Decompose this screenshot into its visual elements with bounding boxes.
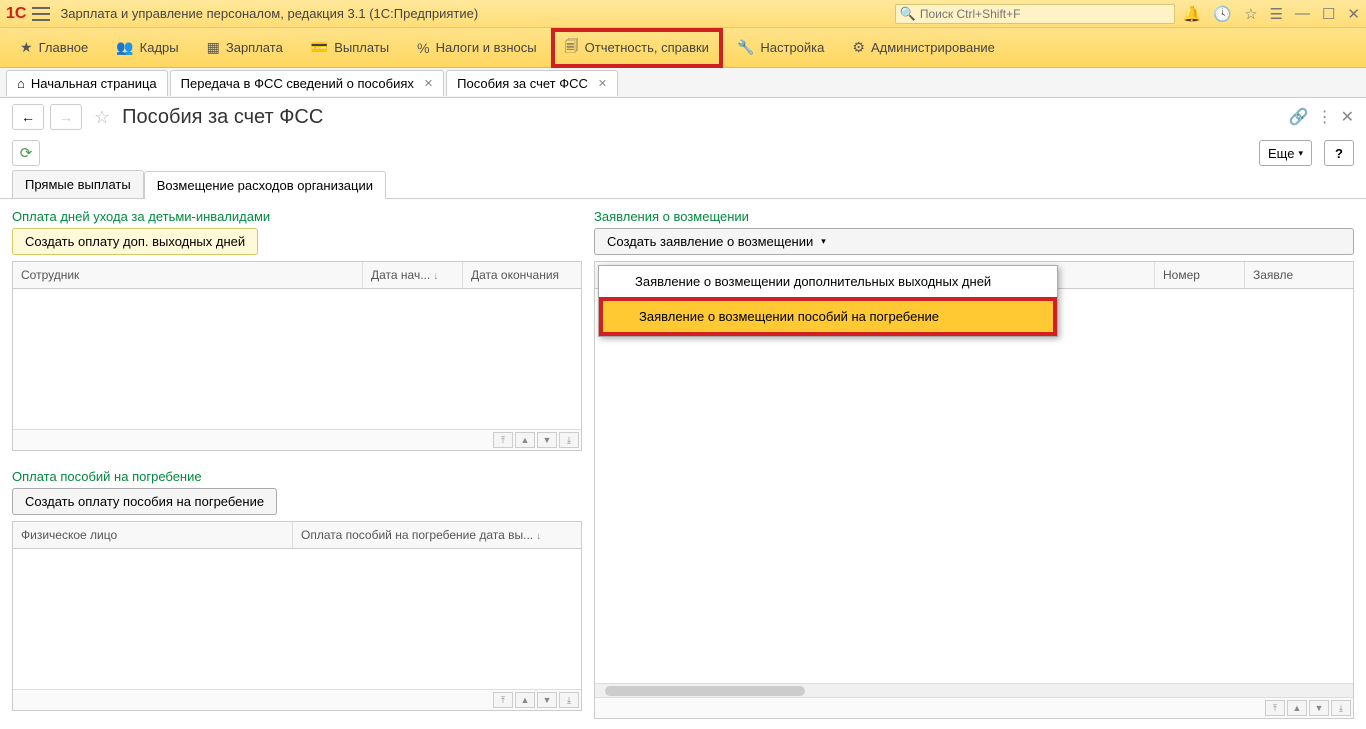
menu-icon: 👥 — [116, 39, 133, 56]
inner-tab[interactable]: Возмещение расходов организации — [144, 171, 386, 199]
maximize-icon[interactable]: ☐ — [1322, 5, 1335, 23]
grid2-body[interactable] — [13, 549, 581, 689]
page-down-icon[interactable]: ▼ — [537, 432, 557, 448]
menu-icon: 💳 — [311, 39, 328, 56]
menu-item-налоги-и-взносы[interactable]: %Налоги и взносы — [403, 28, 551, 68]
tab[interactable]: Пособия за счет ФСС✕ — [446, 70, 618, 96]
hamburger-icon[interactable] — [32, 7, 50, 21]
create-extra-days-button[interactable]: Создать оплату доп. выходных дней — [12, 228, 258, 255]
dropdown-item[interactable]: Заявление о возмещении дополнительных вы… — [599, 266, 1057, 297]
menu-item-зарплата[interactable]: ▦Зарплата — [193, 28, 297, 68]
tab[interactable]: ⌂Начальная страница — [6, 70, 168, 96]
bell-icon[interactable]: 🔔 — [1183, 5, 1202, 23]
page-up-icon[interactable]: ▲ — [1287, 700, 1307, 716]
app-title: Зарплата и управление персоналом, редакц… — [60, 6, 894, 21]
star-icon[interactable]: ☆ — [1244, 5, 1257, 23]
menu-item-выплаты[interactable]: 💳Выплаты — [297, 28, 403, 68]
favorite-icon[interactable]: ☆ — [94, 107, 110, 128]
page-last-icon[interactable]: ⤓ — [1331, 700, 1351, 716]
back-button[interactable]: ← — [12, 104, 44, 130]
close-icon[interactable]: ✕ — [424, 77, 433, 90]
minimize-icon[interactable]: — — [1295, 5, 1310, 22]
history-icon[interactable]: 🕓 — [1213, 5, 1232, 23]
forward-button[interactable]: → — [50, 104, 82, 130]
close-window-icon[interactable]: ✕ — [1347, 5, 1360, 23]
menu-icon: ★ — [20, 39, 33, 56]
menu-icon: % — [417, 40, 429, 56]
page-first-icon[interactable]: ⤒ — [1265, 700, 1285, 716]
close-tab-icon[interactable]: ✕ — [1341, 107, 1354, 127]
create-request-dropdown: Заявление о возмещении дополнительных вы… — [598, 265, 1058, 337]
search-icon: 🔍 — [900, 6, 916, 22]
page-first-icon[interactable]: ⤒ — [493, 692, 513, 708]
page-last-icon[interactable]: ⤓ — [559, 692, 579, 708]
menu-item-администрирование[interactable]: ⚙Администрирование — [838, 28, 1009, 68]
page-title: Пособия за счет ФСС — [122, 106, 323, 129]
column-header[interactable]: Номер — [1155, 262, 1245, 288]
page-up-icon[interactable]: ▲ — [515, 432, 535, 448]
horizontal-scrollbar[interactable] — [595, 683, 1353, 697]
column-header[interactable]: Физическое лицо — [13, 522, 293, 548]
filter-icon[interactable]: ☰ — [1270, 5, 1283, 23]
page-last-icon[interactable]: ⤓ — [559, 432, 579, 448]
kebab-icon[interactable]: ⋮ — [1317, 107, 1333, 127]
section1-title: Оплата дней ухода за детьми-инвалидами — [12, 209, 582, 224]
column-header[interactable]: Дата окончания — [463, 262, 580, 288]
page-down-icon[interactable]: ▼ — [537, 692, 557, 708]
menu-item-главное[interactable]: ★Главное — [6, 28, 102, 68]
more-button[interactable]: Еще▾ — [1259, 140, 1312, 166]
page-first-icon[interactable]: ⤒ — [493, 432, 513, 448]
tab[interactable]: Передача в ФСС сведений о пособиях✕ — [170, 70, 444, 96]
sort-icon: ↓ — [433, 271, 438, 282]
home-icon: ⌂ — [17, 76, 25, 91]
menu-icon: ⚙ — [852, 39, 865, 56]
sort-icon: ↓ — [536, 531, 541, 542]
menu-item-настройка[interactable]: 🔧Настройка — [723, 28, 838, 68]
page-down-icon[interactable]: ▼ — [1309, 700, 1329, 716]
column-header[interactable]: Оплата пособий на погребение дата вы...↓ — [293, 522, 580, 548]
menu-icon: 🗐 — [565, 36, 579, 60]
refresh-button[interactable]: ⟳ — [12, 140, 40, 166]
help-button[interactable]: ? — [1324, 140, 1354, 166]
close-icon[interactable]: ✕ — [598, 77, 607, 90]
menu-item-отчетность-справки[interactable]: 🗐Отчетность, справки — [551, 28, 723, 68]
page-up-icon[interactable]: ▲ — [515, 692, 535, 708]
create-request-button[interactable]: Создать заявление о возмещении▾ — [594, 228, 1354, 255]
column-header[interactable]: Сотрудник — [13, 262, 363, 288]
grid3-body[interactable] — [595, 289, 1353, 683]
grid1-body[interactable] — [13, 289, 581, 429]
column-header[interactable]: Дата нач...↓ — [363, 262, 463, 288]
menu-item-кадры[interactable]: 👥Кадры — [102, 28, 192, 68]
section2-title: Оплата пособий на погребение — [12, 469, 582, 484]
right-section-title: Заявления о возмещении — [594, 209, 1354, 224]
menu-icon: 🔧 — [737, 39, 754, 56]
column-header[interactable]: Заявле — [1245, 262, 1305, 288]
search-input[interactable] — [920, 7, 1170, 21]
logo-1c: 1C — [6, 5, 26, 23]
search-box[interactable]: 🔍 — [895, 4, 1175, 24]
inner-tab[interactable]: Прямые выплаты — [12, 170, 144, 198]
link-icon[interactable]: 🔗 — [1289, 107, 1309, 127]
menu-icon: ▦ — [207, 39, 220, 56]
dropdown-item[interactable]: Заявление о возмещении пособий на погреб… — [599, 297, 1057, 336]
create-funeral-button[interactable]: Создать оплату пособия на погребение — [12, 488, 277, 515]
